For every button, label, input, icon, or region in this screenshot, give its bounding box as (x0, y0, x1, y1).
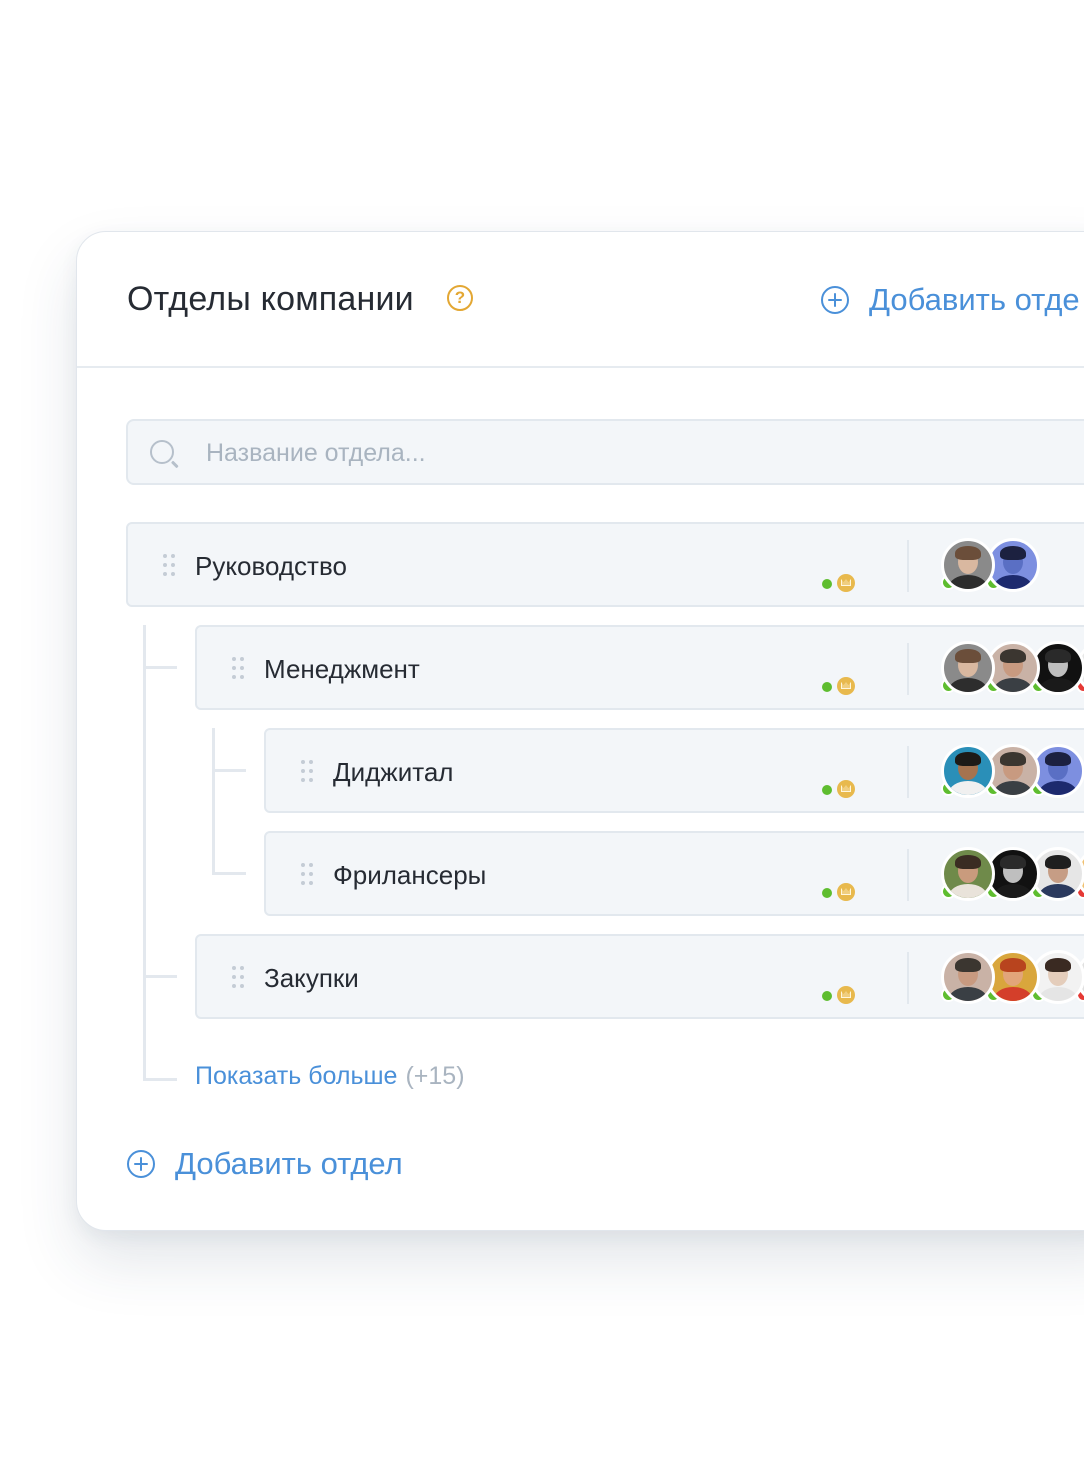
column-divider (907, 746, 909, 798)
online-indicator (822, 682, 832, 692)
tree-connector (212, 728, 215, 875)
search-input[interactable] (204, 421, 1084, 485)
online-indicator (822, 888, 832, 898)
add-department-label: Добавить отдел (175, 1146, 403, 1181)
plus-circle-icon (127, 1150, 155, 1178)
tree-connector (143, 666, 177, 669)
tree-connector (143, 1078, 177, 1081)
departments-panel: Отделы компании ? Добавить отде Руководс… (76, 231, 1084, 1231)
add-department-header-button[interactable]: Добавить отде (821, 282, 1080, 318)
show-more-label: Показать больше (195, 1062, 398, 1090)
show-more-count: (+15) (405, 1062, 465, 1090)
department-name: Диджитал (333, 757, 454, 787)
department-name: Закупки (264, 963, 359, 993)
crown-icon (837, 780, 855, 798)
show-more-link[interactable]: Показать больше (+15) (195, 1062, 465, 1091)
panel-title: Отделы компании (127, 280, 414, 318)
department-row[interactable]: Диджитал (264, 728, 1084, 813)
tree-connector (143, 975, 177, 978)
avatar[interactable] (941, 744, 995, 798)
department-name: Руководство (195, 551, 347, 581)
department-row[interactable]: Менеджмент (195, 625, 1084, 710)
avatar[interactable] (941, 847, 995, 901)
crown-icon (837, 677, 855, 695)
department-search (126, 419, 1084, 485)
department-row[interactable]: Руководство (126, 522, 1084, 607)
add-department-header-label: Добавить отде (869, 282, 1080, 317)
tree-connector (212, 872, 246, 875)
crown-icon (837, 883, 855, 901)
column-divider (907, 849, 909, 901)
crown-icon (837, 574, 855, 592)
column-divider (907, 540, 909, 592)
drag-handle-icon[interactable] (301, 760, 313, 782)
avatar[interactable] (941, 641, 995, 695)
question-circle-icon[interactable]: ? (447, 285, 473, 311)
department-row[interactable]: Закупки (195, 934, 1084, 1019)
department-name: Менеджмент (264, 654, 420, 684)
plus-circle-icon (821, 286, 849, 314)
department-name: Фрилансеры (333, 860, 487, 890)
add-department-button[interactable]: Добавить отдел (127, 1146, 403, 1182)
search-icon (150, 440, 174, 464)
department-row[interactable]: Фрилансеры (264, 831, 1084, 916)
avatar[interactable] (941, 950, 995, 1004)
drag-handle-icon[interactable] (163, 554, 175, 576)
online-indicator (822, 579, 832, 589)
tree-connector (212, 769, 246, 772)
drag-handle-icon[interactable] (232, 966, 244, 988)
online-indicator (822, 991, 832, 1001)
column-divider (907, 952, 909, 1004)
panel-header: Отделы компании ? Добавить отде (77, 232, 1084, 368)
drag-handle-icon[interactable] (301, 863, 313, 885)
crown-icon (837, 986, 855, 1004)
column-divider (907, 643, 909, 695)
online-indicator (822, 785, 832, 795)
drag-handle-icon[interactable] (232, 657, 244, 679)
tree-connector (143, 625, 146, 1081)
avatar[interactable] (941, 538, 995, 592)
